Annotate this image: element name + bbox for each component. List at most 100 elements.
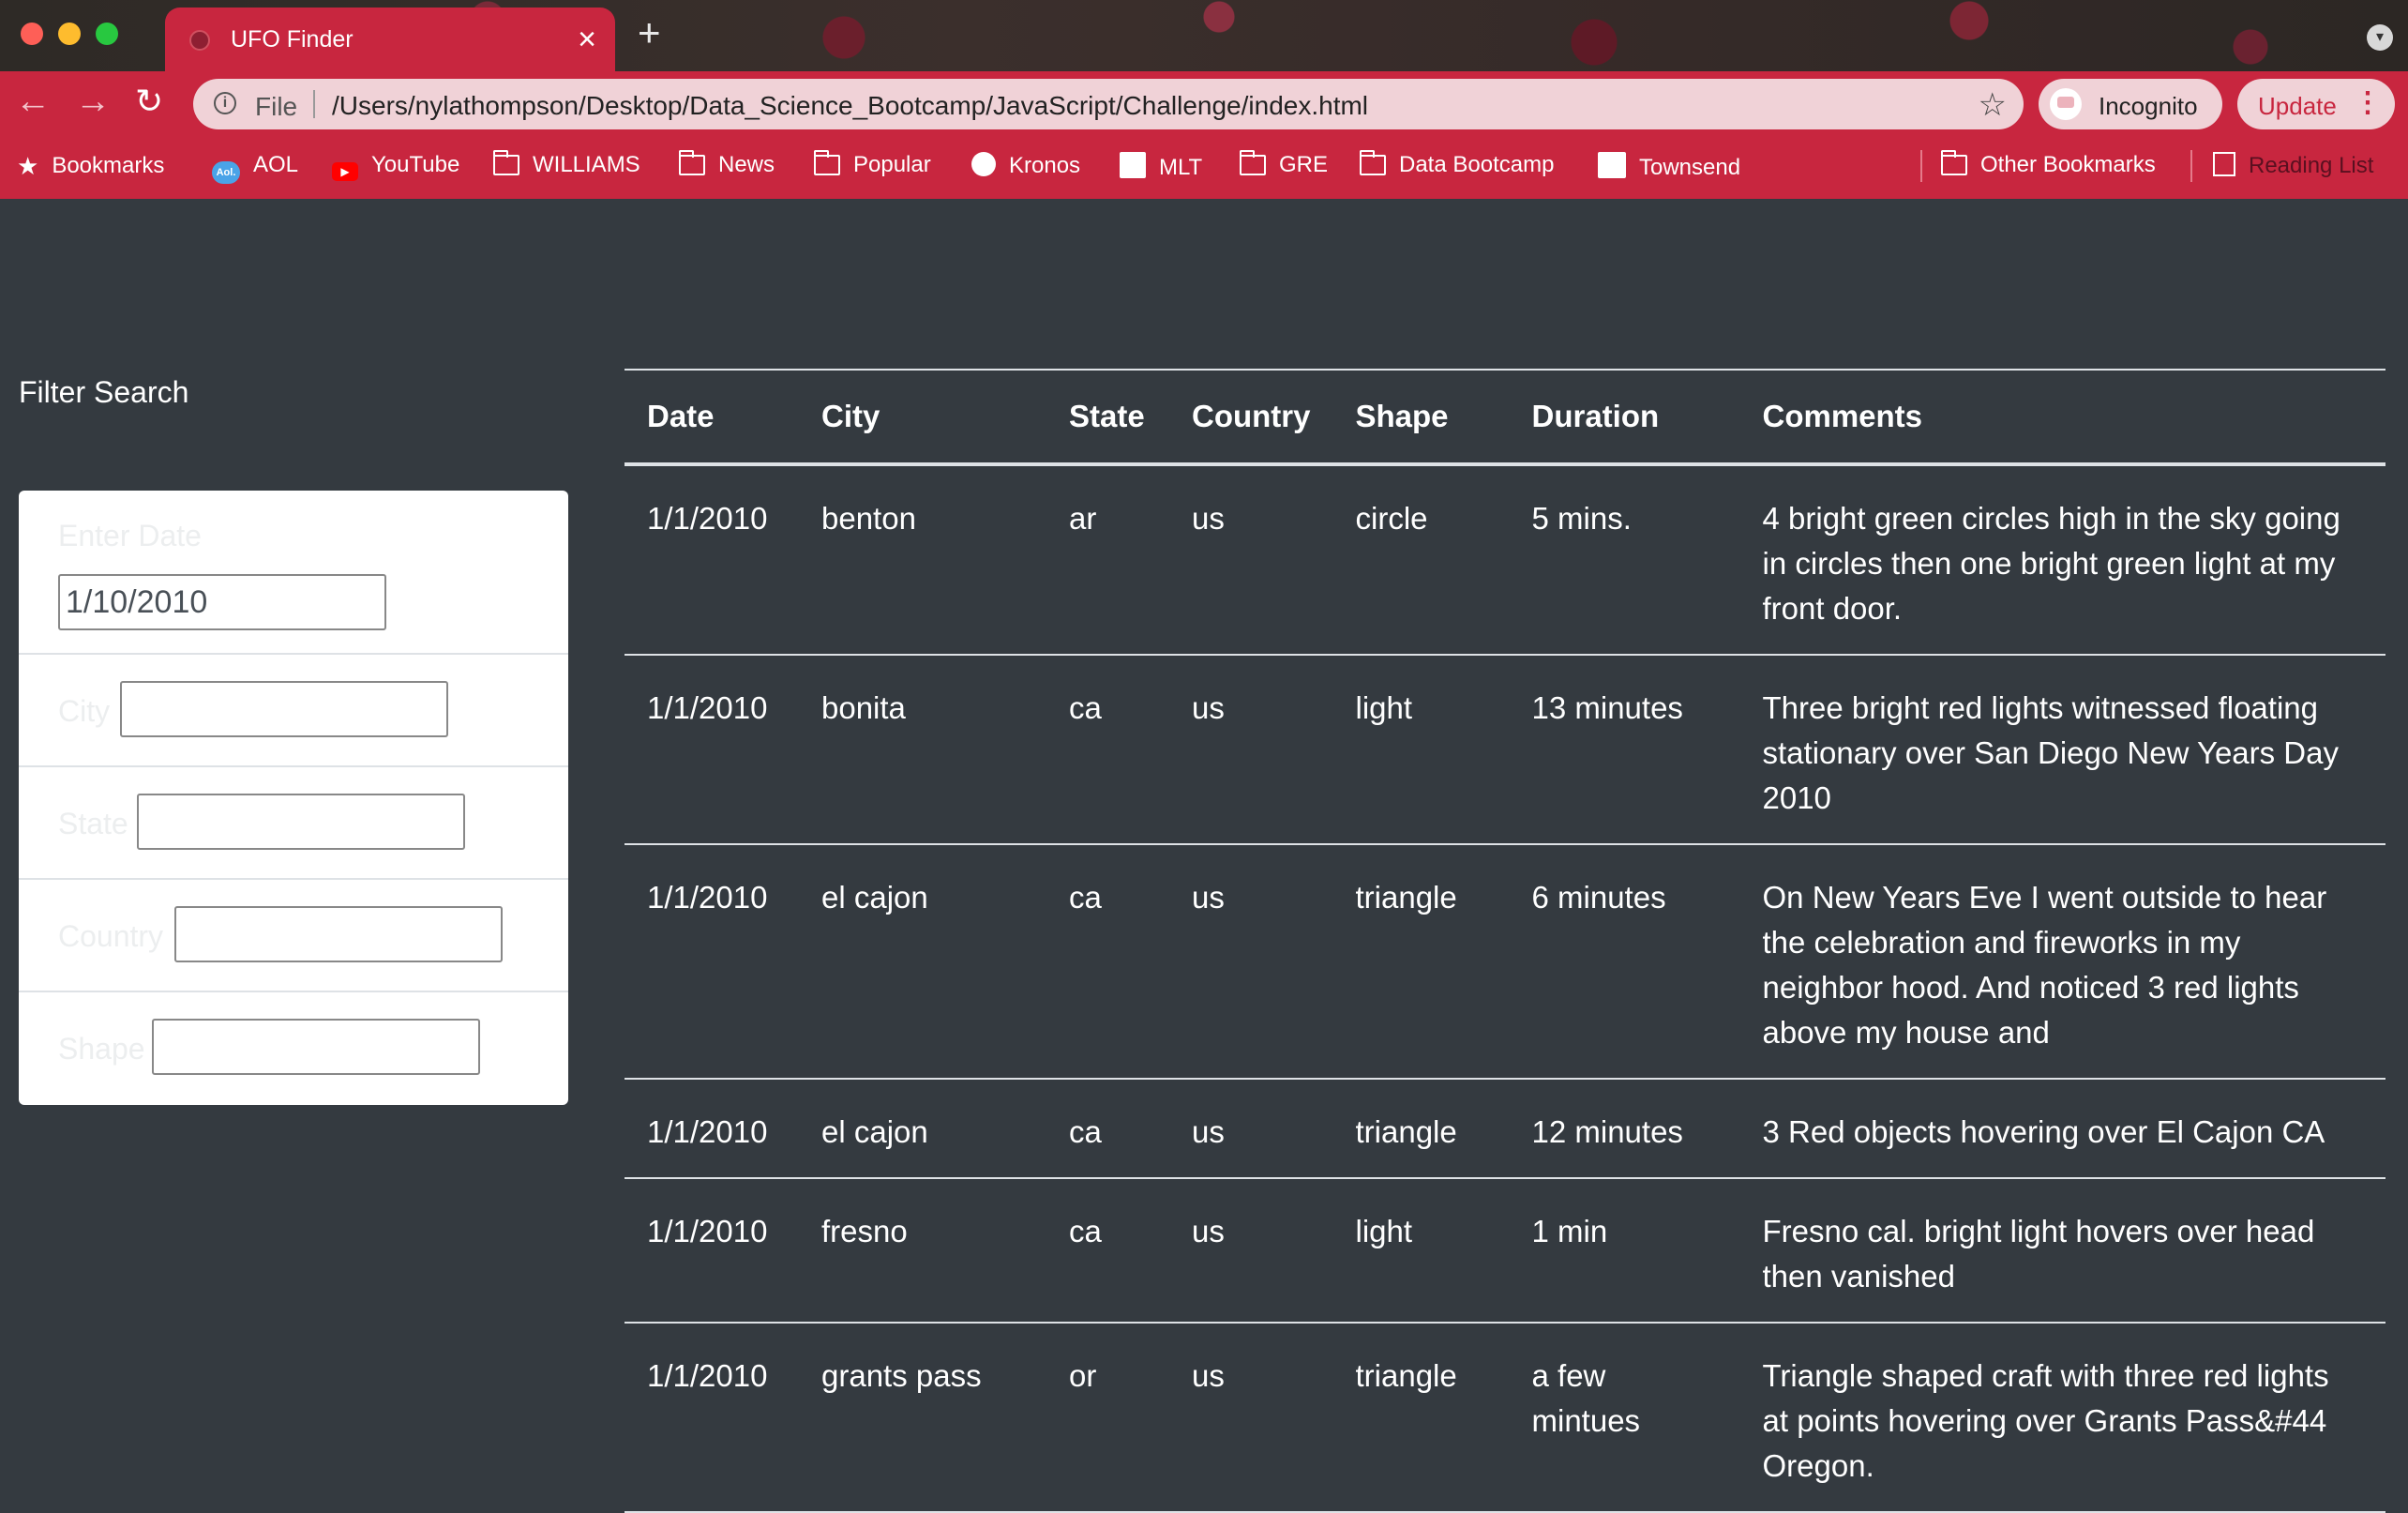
column-header-shape[interactable]: Shape: [1332, 369, 1510, 466]
back-arrow-icon[interactable]: ←: [15, 81, 51, 122]
table-row: 1/1/2010 benton ar us circle 5 mins. 4 b…: [625, 464, 2385, 656]
cell-country: us: [1169, 1079, 1333, 1179]
cell-date: 1/1/2010: [625, 655, 799, 845]
info-icon[interactable]: i: [214, 92, 236, 114]
toolbar: ← → ↻ i File /Users/nylathompson/Desktop…: [0, 71, 2408, 135]
cell-duration: 6 minutes: [1509, 844, 1740, 1080]
cell-shape: triangle: [1332, 1079, 1510, 1179]
update-button[interactable]: Update ⋮: [2237, 79, 2395, 129]
folder-icon: [493, 150, 519, 175]
bookmark-bookmarks[interactable]: ★ Bookmarks: [17, 152, 164, 181]
cell-state: ca: [1046, 844, 1169, 1080]
reading-list-icon: [2213, 152, 2235, 176]
reading-list-label: Reading List: [2249, 153, 2374, 178]
table-row: 1/1/2010 grants pass or us triangle a fe…: [625, 1323, 2385, 1513]
incognito-label: Incognito: [2099, 92, 2198, 120]
bookmark-popular[interactable]: Popular: [814, 150, 931, 178]
state-input[interactable]: [137, 794, 465, 850]
column-header-comments[interactable]: Comments: [1739, 369, 2385, 466]
cell-city: benton: [799, 464, 1046, 656]
bookmark-gre[interactable]: GRE: [1240, 150, 1328, 178]
cell-date: 1/1/2010: [625, 464, 799, 656]
folder-icon: [814, 150, 840, 175]
cell-country: us: [1169, 1323, 1333, 1513]
table-row: 1/1/2010 fresno ca us light 1 min Fresno…: [625, 1178, 2385, 1324]
globe-icon: [189, 30, 210, 51]
ufo-table-container: Date City State Country Shape Duration C…: [625, 369, 2385, 1513]
bookmark-label: Kronos: [1009, 153, 1081, 178]
column-header-date[interactable]: Date: [625, 369, 799, 466]
bookmark-label: Townsend: [1639, 155, 1741, 180]
cell-shape: triangle: [1332, 1323, 1510, 1513]
reading-list[interactable]: Reading List: [2213, 152, 2373, 179]
kebab-menu-icon[interactable]: ⋮: [2354, 86, 2382, 119]
country-label: Country: [58, 919, 164, 953]
column-header-duration[interactable]: Duration: [1509, 369, 1740, 466]
cell-city: fresno: [799, 1178, 1046, 1324]
bookmark-star-icon[interactable]: ☆: [1979, 86, 2007, 124]
minimize-window-button[interactable]: [58, 23, 81, 45]
other-bookmarks[interactable]: Other Bookmarks: [1941, 150, 2156, 178]
column-header-city[interactable]: City: [799, 369, 1046, 466]
bookmark-data-bootcamp[interactable]: Data Bootcamp: [1360, 150, 1555, 178]
cell-shape: circle: [1332, 464, 1510, 656]
mlt-icon: [1120, 152, 1146, 178]
table-row: 1/1/2010 bonita ca us light 13 minutes T…: [625, 655, 2385, 845]
bookmark-kronos[interactable]: Kronos: [971, 152, 1080, 179]
column-header-country[interactable]: Country: [1169, 369, 1333, 466]
bookmark-label: Data Bootcamp: [1399, 152, 1555, 177]
tab-title: UFO Finder: [231, 26, 354, 53]
bookmark-williams[interactable]: WILLIAMS: [493, 150, 640, 178]
bookmark-aol[interactable]: Aol. AOL: [212, 152, 298, 184]
url-text[interactable]: /Users/nylathompson/Desktop/Data_Science…: [332, 91, 1368, 121]
update-label: Update: [2258, 92, 2337, 120]
zoom-window-button[interactable]: [96, 23, 118, 45]
forward-arrow-icon[interactable]: →: [75, 81, 111, 122]
reload-icon[interactable]: ↻: [135, 81, 163, 122]
bookmark-mlt[interactable]: MLT: [1120, 152, 1202, 181]
cell-city: bonita: [799, 655, 1046, 845]
cell-country: us: [1169, 655, 1333, 845]
bookmark-label: MLT: [1159, 155, 1203, 180]
cell-shape: light: [1332, 655, 1510, 845]
cell-comments: 3 Red objects hovering over El Cajon CA: [1739, 1079, 2385, 1179]
column-header-state[interactable]: State: [1046, 369, 1169, 466]
url-divider: [313, 90, 315, 118]
filter-row-city: City: [19, 655, 568, 767]
cell-country: us: [1169, 1178, 1333, 1324]
cell-state: ca: [1046, 1079, 1169, 1179]
shape-input[interactable]: [152, 1019, 480, 1075]
tab-ufo-finder[interactable]: UFO Finder ×: [165, 8, 615, 71]
bookmark-label: Bookmarks: [52, 153, 165, 178]
cell-date: 1/1/2010: [625, 1079, 799, 1179]
bookmark-townsend[interactable]: Townsend: [1598, 152, 1740, 181]
bookmark-label: WILLIAMS: [533, 152, 640, 177]
cell-shape: light: [1332, 1178, 1510, 1324]
country-input[interactable]: [174, 906, 503, 962]
cell-country: us: [1169, 464, 1333, 656]
cell-city: el cajon: [799, 1079, 1046, 1179]
filter-panel: Enter Date City State Country Shape: [19, 491, 568, 1105]
city-label: City: [58, 694, 111, 728]
cell-state: ar: [1046, 464, 1169, 656]
cell-comments: Triangle shaped craft with three red lig…: [1739, 1323, 2385, 1513]
folder-icon: [1941, 150, 1967, 175]
table-row: 1/1/2010 el cajon ca us triangle 6 minut…: [625, 844, 2385, 1080]
bookmark-youtube[interactable]: ▶ YouTube: [332, 152, 459, 181]
close-tab-icon[interactable]: ×: [578, 21, 596, 58]
city-input[interactable]: [120, 681, 448, 737]
incognito-button[interactable]: Incognito: [2039, 79, 2222, 129]
date-input[interactable]: [58, 574, 386, 630]
address-bar[interactable]: i File /Users/nylathompson/Desktop/Data_…: [193, 79, 2024, 129]
close-window-button[interactable]: [21, 23, 43, 45]
cell-date: 1/1/2010: [625, 844, 799, 1080]
cell-comments: 4 bright green circles high in the sky g…: [1739, 464, 2385, 656]
cell-state: ca: [1046, 655, 1169, 845]
folder-icon: [1360, 150, 1386, 175]
cell-country: us: [1169, 844, 1333, 1080]
new-tab-plus-icon[interactable]: +: [638, 13, 661, 53]
other-bookmarks-label: Other Bookmarks: [1980, 152, 2156, 177]
bookmark-news[interactable]: News: [679, 150, 775, 178]
tab-search-chevron-icon[interactable]: ▾: [2367, 24, 2393, 51]
cell-date: 1/1/2010: [625, 1178, 799, 1324]
